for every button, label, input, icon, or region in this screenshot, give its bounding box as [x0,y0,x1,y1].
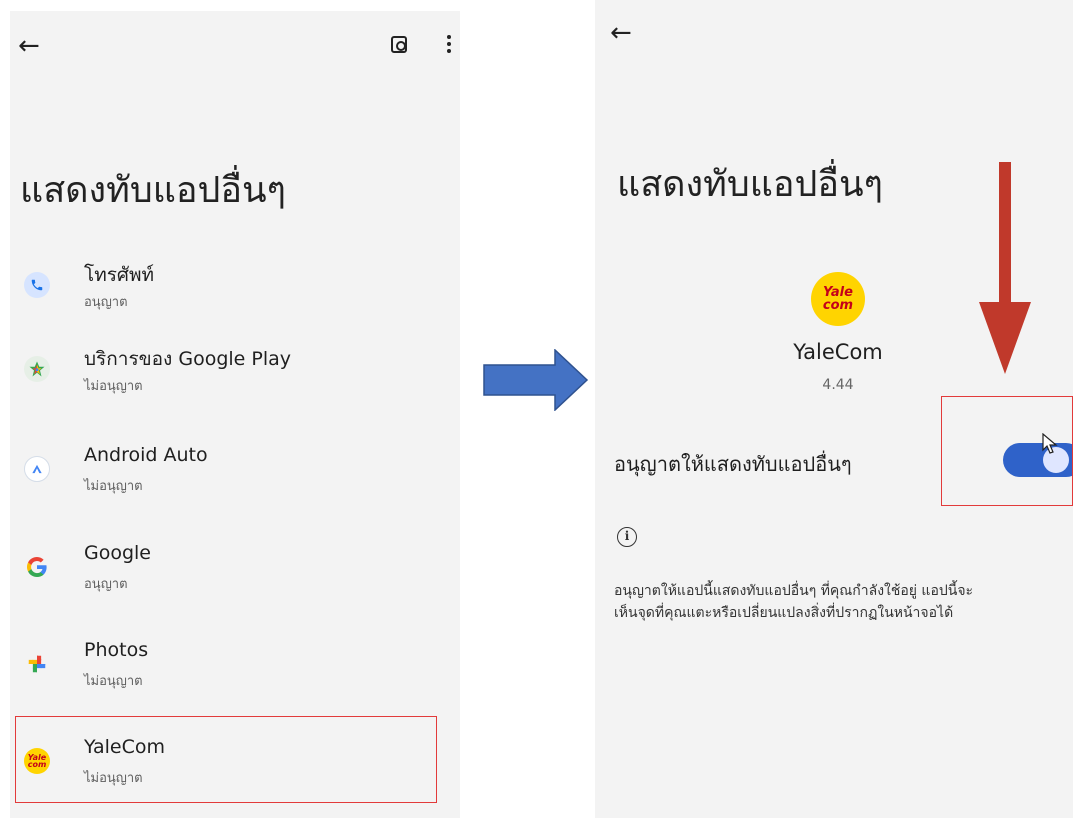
page-title: แสดงทับแอปอื่นๆ [617,164,883,205]
google-play-services-icon [24,356,50,382]
app-permission-status: ไม่อนุญาต [84,479,143,494]
app-permission-status: อนุญาต [84,577,128,592]
permission-description: อนุญาตให้แอปนี้แสดงทับแอปอื่นๆ ที่คุณกำล… [614,580,1073,624]
photos-icon [24,651,50,677]
android-auto-icon [24,456,50,482]
yalecom-highlight-box [15,716,437,803]
back-arrow-icon[interactable]: ← [610,20,632,46]
overlay-permission-label: อนุญาตให้แสดงทับแอปอื่นๆ [614,452,852,476]
app-name: บริการของ Google Play [84,348,292,370]
more-vert-icon[interactable] [447,35,451,56]
app-permission-status: ไม่อนุญาต [84,674,143,689]
list-item-google-play-services[interactable]: บริการของ Google Play ไม่อนุญาต [10,332,460,416]
pointer-arrow-icon [979,162,1031,374]
phone-icon [24,272,50,298]
list-item-android-auto[interactable]: Android Auto ไม่อนุญาต [10,432,460,516]
list-item-google[interactable]: Google อนุญาต [10,530,460,614]
app-permission-status: อนุญาต [84,295,128,310]
info-icon: i [617,527,637,547]
app-name: โทรศัพท์ [84,264,155,286]
toggle-highlight-box [941,396,1073,506]
app-name: Photos [84,639,149,661]
yale-logo-text: com [822,298,854,313]
description-line: เห็นจุดที่คุณแตะหรือเปลี่ยนแปลงสิ่งที่ปร… [614,605,954,621]
app-name: Google [84,542,152,564]
search-in-page-icon[interactable] [391,36,407,53]
app-version: 4.44 [822,377,854,393]
flow-arrow-icon [483,349,589,411]
google-icon [24,554,50,580]
page-title: แสดงทับแอปอื่นๆ [20,170,286,211]
description-line: อนุญาตให้แอปนี้แสดงทับแอปอื่นๆ ที่คุณกำล… [614,583,974,599]
list-item-photos[interactable]: Photos ไม่อนุญาต [10,627,460,711]
list-item-phone[interactable]: โทรศัพท์ อนุญาต [10,248,460,332]
app-name: Android Auto [84,444,208,466]
left-screen: ← แสดงทับแอปอื่นๆ โทรศัพท์ อนุญาต บริการ… [10,11,460,818]
back-arrow-icon[interactable]: ← [18,33,40,59]
app-permission-status: ไม่อนุญาต [84,379,143,394]
yalecom-icon: Yale com [811,272,865,326]
